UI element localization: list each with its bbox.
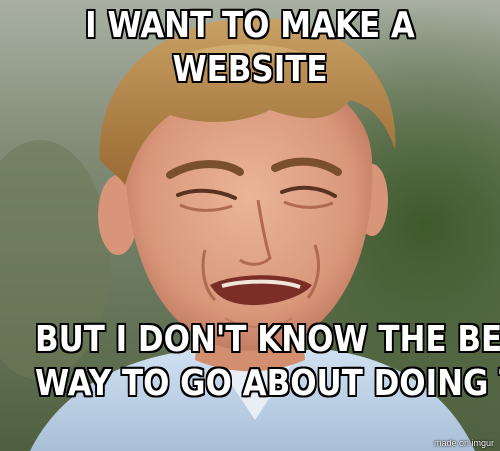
- meme-image: I WANT TO MAKE A WEBSITE BUT I DON'T KNO…: [0, 0, 500, 451]
- top-caption: I WANT TO MAKE A WEBSITE: [35, 4, 465, 92]
- bottom-caption: BUT I DON'T KNOW THE BEST WAY TO GO ABOU…: [34, 318, 500, 406]
- top-caption-line-2: WEBSITE: [172, 48, 329, 91]
- bottom-caption-line-2: WAY TO GO ABOUT DOING THAT: [34, 362, 500, 405]
- bottom-caption-line-1: BUT I DON'T KNOW THE BEST: [34, 318, 500, 361]
- top-caption-line-1: I WANT TO MAKE A: [84, 4, 415, 47]
- imgur-watermark: made on imgur: [433, 438, 494, 448]
